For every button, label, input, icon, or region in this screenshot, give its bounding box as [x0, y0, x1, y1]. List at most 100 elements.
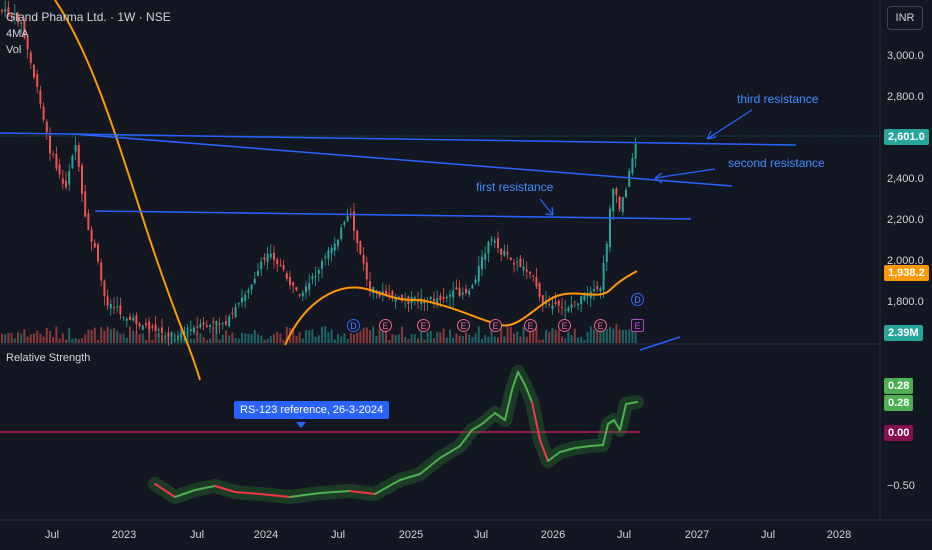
volume-bar: [337, 333, 339, 343]
volume-bar: [573, 328, 576, 343]
volume-bar: [269, 335, 272, 343]
candle-body: [484, 253, 487, 261]
candle-body: [532, 275, 535, 277]
earnings-event-icon[interactable]: E: [524, 319, 537, 332]
candle-body: [87, 213, 90, 231]
indicator-4ma-label[interactable]: 4MA: [6, 28, 29, 40]
symbol-title[interactable]: Gland Pharma Ltd. · 1W · NSE: [6, 10, 171, 24]
volume-bar: [487, 336, 490, 343]
rs-segment: [589, 444, 604, 447]
time-tick: Jul: [189, 529, 205, 541]
candle-body: [551, 305, 554, 309]
earnings-event-icon[interactable]: E: [594, 319, 607, 332]
volume-bar: [26, 336, 29, 343]
volume-bar: [84, 334, 87, 343]
volume-bar: [97, 339, 99, 343]
dividend-event-icon[interactable]: D: [347, 319, 360, 332]
second-resistance-label[interactable]: second resistance: [728, 156, 825, 170]
candle-body: [369, 281, 371, 290]
volume-bar: [42, 336, 45, 343]
candle-body: [276, 258, 279, 265]
candle-body: [145, 323, 147, 326]
candle-body: [564, 309, 567, 311]
volume-bar: [234, 337, 237, 343]
candle-body: [113, 307, 115, 309]
volume-bar: [433, 338, 435, 343]
candle-body: [209, 324, 211, 327]
candle-body: [148, 321, 151, 330]
candle-body: [356, 230, 359, 244]
candle-body: [247, 290, 250, 293]
volume-bar: [455, 333, 458, 343]
indicator-vol-label[interactable]: Vol: [6, 44, 21, 56]
candle-body: [333, 243, 336, 251]
volume-bar: [263, 339, 266, 343]
candle-body: [215, 320, 218, 326]
upcoming-dividend-icon[interactable]: D: [631, 293, 644, 306]
volume-bar: [113, 328, 115, 343]
candle-body: [305, 286, 307, 293]
candle-body: [557, 300, 560, 306]
volume-bar: [151, 339, 154, 343]
candle-body: [365, 262, 368, 280]
volume-bar: [548, 331, 551, 343]
volume-bar: [586, 332, 589, 343]
chart-canvas[interactable]: [0, 0, 932, 550]
candle-body: [535, 277, 538, 287]
volume-bar: [90, 329, 93, 343]
earnings-event-icon[interactable]: E: [379, 319, 392, 332]
candle-body: [33, 65, 35, 78]
volume-bar: [605, 329, 608, 343]
volume-bar: [551, 328, 554, 343]
volume-bar: [250, 334, 253, 343]
volume-bar: [583, 339, 586, 343]
candle-body: [253, 278, 256, 283]
candle-body: [97, 244, 99, 262]
volume-bar: [468, 334, 471, 343]
earnings-event-icon[interactable]: E: [558, 319, 571, 332]
volume-bar: [372, 326, 375, 343]
candle-body: [119, 305, 122, 315]
candle-body: [266, 253, 269, 263]
candle-body: [39, 90, 42, 104]
candle-body: [618, 196, 621, 210]
earnings-event-icon[interactable]: E: [457, 319, 470, 332]
candle-body: [186, 327, 189, 329]
candle-body: [237, 303, 240, 305]
first-resistance-line[interactable]: [94, 210, 692, 220]
time-tick: 2025: [398, 529, 424, 541]
volume-bar: [49, 331, 51, 343]
candle-body: [359, 241, 362, 254]
candle-body: [106, 296, 109, 306]
candle-body: [77, 145, 80, 167]
relative-strength-title[interactable]: Relative Strength: [6, 352, 90, 364]
volume-bar: [295, 335, 298, 343]
earnings-event-icon[interactable]: E: [489, 319, 502, 332]
first-resistance-label[interactable]: first resistance: [476, 180, 553, 194]
time-tick: 2026: [540, 529, 566, 541]
rs-reference-label[interactable]: RS-123 reference, 26-3-2024: [234, 401, 390, 419]
candle-body: [298, 294, 301, 296]
volume-bar: [20, 333, 23, 343]
volume-bar: [218, 339, 221, 343]
candle-body: [567, 307, 570, 312]
candle-body: [631, 158, 634, 174]
candle-body: [138, 323, 141, 327]
currency-button[interactable]: INR: [887, 6, 923, 30]
candle-body: [538, 283, 541, 297]
candle-body: [61, 178, 64, 184]
time-tick: Jul: [330, 529, 346, 541]
candle-body: [260, 261, 263, 269]
third-resistance-label[interactable]: third resistance: [737, 92, 818, 106]
candle-body: [311, 276, 314, 280]
third-resistance-line[interactable]: [0, 132, 797, 146]
rs-value-badge: 0.28: [884, 395, 914, 411]
rs-tick: −0.50: [887, 480, 915, 492]
earnings-event-icon[interactable]: E: [417, 319, 430, 332]
volume-bar: [394, 335, 397, 343]
candle-body: [621, 197, 624, 213]
candle-body: [474, 279, 477, 284]
volume-bar: [417, 338, 419, 343]
upcoming-earnings-icon[interactable]: E: [631, 319, 644, 332]
candle-body: [439, 295, 442, 301]
